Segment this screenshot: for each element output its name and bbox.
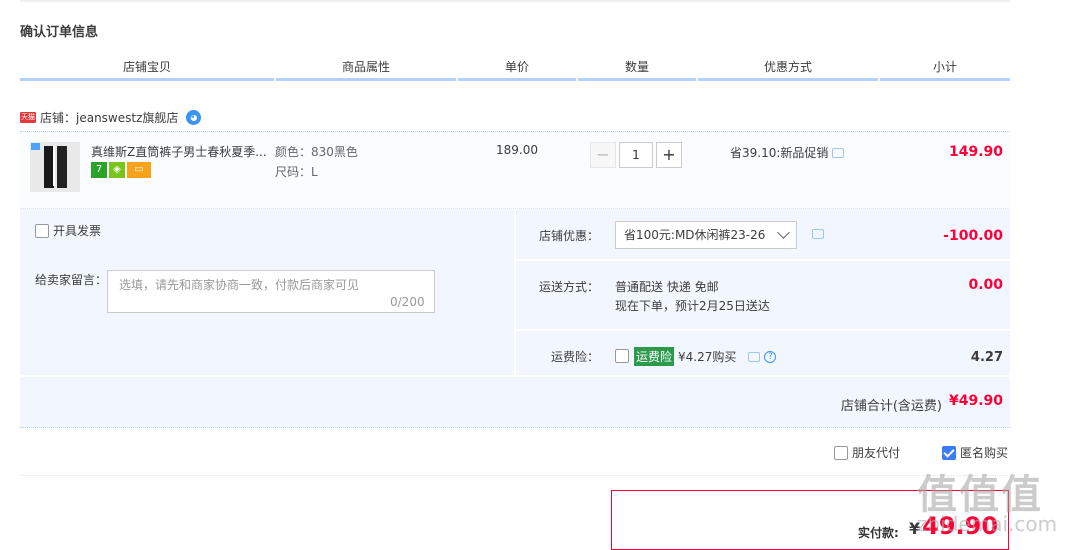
unit-price: 189.00	[496, 143, 538, 157]
discount-selected-value: 省100元:MD休闲裤23-26	[624, 228, 766, 242]
payment-label: 实付款:	[858, 526, 899, 540]
col-header-quantity: 数量	[578, 58, 696, 81]
promotion-info-icon[interactable]	[832, 147, 845, 158]
credit-card-icon[interactable]: ▭	[127, 162, 151, 178]
quantity-decrease-button[interactable]: −	[590, 142, 616, 168]
shop-name[interactable]: 店铺：jeanswestz旗舰店	[40, 109, 178, 126]
message-char-count: 0/200	[390, 295, 425, 309]
quantity-input[interactable]: 1	[619, 142, 653, 168]
quantity-stepper: − 1 +	[590, 142, 682, 168]
col-header-item: 店铺宝贝	[20, 58, 274, 81]
top-divider	[20, 0, 1010, 2]
shop-total-label: 店铺合计(含运费)	[840, 399, 942, 414]
message-placeholder: 选填，请先和商家协商一致，付款后商家可见	[119, 278, 360, 292]
freight-insurance-amount: 4.27	[970, 350, 1003, 365]
tmall-icon: 天猫	[20, 111, 36, 123]
discount-select[interactable]: 省100元:MD休闲裤23-26	[615, 221, 797, 249]
promotion-text: 省39.10:新品促销	[730, 146, 829, 160]
product-thumbnail[interactable]	[30, 142, 80, 192]
guarantee-icon[interactable]: ◈	[109, 162, 125, 178]
anonymous-purchase-checkbox[interactable]	[942, 445, 956, 460]
divider	[20, 475, 1010, 476]
col-header-attributes: 商品属性	[276, 58, 456, 81]
freight-insurance-label: 运费险：	[551, 350, 600, 364]
shipping-amount: 0.00	[968, 277, 1003, 293]
shipping-method: 普通配送 快递 免邮	[615, 280, 719, 294]
message-label: 给卖家留言：	[35, 273, 108, 287]
col-header-discount: 优惠方式	[698, 58, 878, 81]
help-icon[interactable]: ?	[764, 350, 777, 363]
shipping-eta: 现在下单，预计2月25日送达	[615, 299, 770, 313]
item-promotion: 省39.10:新品促销	[730, 144, 845, 161]
item-subtotal: 149.90	[948, 144, 1003, 160]
freight-insurance-option[interactable]: 运费险 ¥4.27购买 ?	[634, 347, 777, 366]
discount-amount: -100.00	[943, 228, 1003, 244]
quantity-increase-button[interactable]: +	[656, 142, 682, 168]
seven-day-return-icon[interactable]: 7	[91, 162, 107, 178]
invoice-option[interactable]: 开具发票	[35, 222, 101, 239]
page-title: 确认订单信息	[20, 25, 99, 40]
watermark-url: zhidemai.com	[917, 512, 1058, 536]
attr-color: 颜色：830黑色	[275, 145, 358, 159]
freight-insurance-price: ¥4.27购买	[678, 350, 737, 364]
shop-header: 天猫 店铺：jeanswestz旗舰店 ◕	[20, 108, 202, 126]
thumbnail-tag-icon	[31, 143, 40, 150]
invoice-checkbox[interactable]	[35, 223, 49, 238]
friend-pay-checkbox[interactable]	[834, 445, 848, 460]
invoice-label: 开具发票	[53, 224, 102, 238]
col-header-price: 单价	[458, 58, 576, 81]
friend-pay-label: 朋友代付	[852, 446, 901, 460]
friend-pay-option[interactable]: 朋友代付	[834, 444, 900, 461]
discount-info-icon[interactable]	[812, 229, 824, 239]
col-header-subtotal: 小计	[880, 58, 1010, 81]
service-badges: 7 ◈ ▭	[91, 162, 151, 178]
table-header: 店铺宝贝 商品属性 单价 数量 优惠方式 小计	[20, 58, 1010, 81]
shipping-label: 运送方式：	[539, 280, 600, 294]
discount-label: 店铺优惠：	[539, 229, 600, 243]
freight-insurance-checkbox[interactable]	[615, 349, 629, 363]
product-name-link[interactable]: 真维斯Z直筒裤子男士春秋夏季...	[91, 143, 271, 160]
chevron-down-icon	[777, 226, 790, 239]
wangwang-chat-icon[interactable]: ◕	[186, 109, 202, 125]
anonymous-purchase-label: 匿名购买	[960, 446, 1009, 460]
anonymous-purchase-option[interactable]: 匿名购买	[942, 444, 1008, 461]
shop-total-amount: ¥49.90	[948, 393, 1003, 409]
freight-insurance-info-icon[interactable]	[748, 351, 761, 362]
attr-size: 尺码：L	[275, 165, 318, 179]
freight-insurance-tag: 运费险	[634, 347, 675, 366]
